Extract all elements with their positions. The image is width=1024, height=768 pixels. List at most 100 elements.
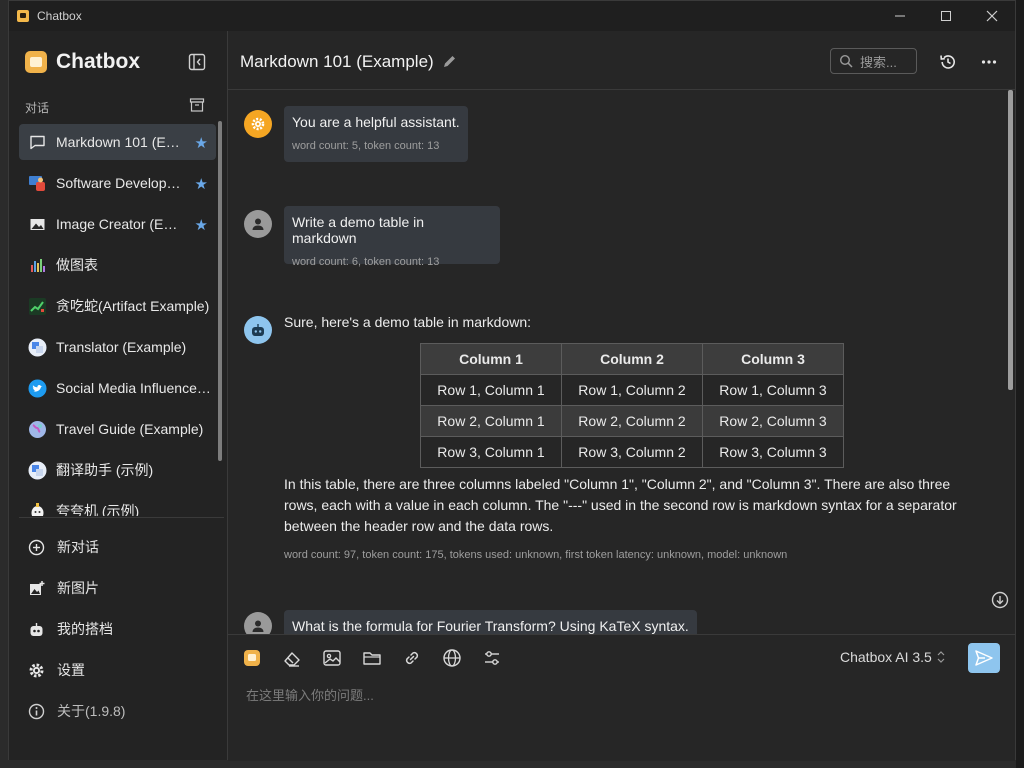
message-meta: word count: 6, token count: 13 xyxy=(292,256,440,268)
messages-scrollbar[interactable] xyxy=(1008,90,1013,390)
table-cell: Row 2, Column 3 xyxy=(702,405,844,437)
message-meta: word count: 5, token count: 13 xyxy=(292,140,440,152)
person-icon xyxy=(252,620,264,632)
folder-icon xyxy=(363,652,381,665)
chatbox-logo-icon xyxy=(25,51,47,73)
close-button[interactable] xyxy=(969,1,1015,31)
search-icon xyxy=(839,54,853,68)
app-logo-icon xyxy=(17,10,29,22)
conversation-label: Social Media Influencer (Example) xyxy=(56,380,211,396)
message-text: Write a demo table in markdown xyxy=(292,214,425,246)
composer: Chatbox AI 3.5 xyxy=(228,634,1015,761)
settings-button[interactable]: 设置 xyxy=(27,660,85,680)
table-cell: Row 3, Column 2 xyxy=(561,436,703,468)
conversation-item-image-creator[interactable]: Image Creator (Example) ★ xyxy=(19,206,216,242)
translate-icon xyxy=(28,338,47,357)
conversation-list: Markdown 101 (Example) ★ Software Develo… xyxy=(19,124,216,516)
add-image-icon xyxy=(27,579,45,597)
conversation-item-travel-guide[interactable]: Travel Guide (Example) xyxy=(19,411,216,447)
message-text: What is the formula for Fourier Transfor… xyxy=(292,618,689,634)
system-avatar xyxy=(244,110,272,138)
conversation-label: Image Creator (Example) xyxy=(56,216,182,232)
minimize-button[interactable] xyxy=(877,1,923,31)
collapse-sidebar-icon[interactable] xyxy=(188,53,206,71)
desktop-background xyxy=(1016,0,1024,768)
conversation-label: Markdown 101 (Example) xyxy=(56,134,182,150)
sidebar: Chatbox 对话 Markdown 101 (Example) ★ xyxy=(9,31,228,760)
table-header-cell: Column 2 xyxy=(561,343,703,375)
assistant-avatar xyxy=(244,316,272,344)
maximize-icon xyxy=(941,11,951,21)
search-placeholder: 搜索... xyxy=(860,54,897,70)
star-icon[interactable]: ★ xyxy=(195,134,208,152)
chatbox-logo-button[interactable] xyxy=(241,647,263,669)
archive-icon[interactable] xyxy=(189,97,205,113)
message-input[interactable] xyxy=(244,682,948,708)
model-selector[interactable]: Chatbox AI 3.5 xyxy=(840,649,946,665)
web-browsing-button[interactable] xyxy=(441,647,463,669)
plus-circle-icon xyxy=(27,538,45,556)
minimize-icon xyxy=(895,15,905,17)
table-cell: Row 3, Column 3 xyxy=(702,436,844,468)
user-message: Write a demo table in markdown word coun… xyxy=(284,206,500,268)
new-image-label: 新图片 xyxy=(57,580,99,596)
star-icon[interactable]: ★ xyxy=(195,216,208,234)
table-row: Row 1, Column 1 Row 1, Column 2 Row 1, C… xyxy=(420,374,844,406)
star-icon[interactable]: ★ xyxy=(195,175,208,193)
maximize-button[interactable] xyxy=(923,1,969,31)
settings-gear-icon xyxy=(251,117,265,131)
settings-label: 设置 xyxy=(57,662,85,678)
attach-file-button[interactable] xyxy=(361,647,383,669)
chat-bubble-icon xyxy=(28,133,47,152)
developer-icon xyxy=(28,174,47,193)
conversation-item-snake[interactable]: 贪吃蛇(Artifact Example) xyxy=(19,288,216,324)
pencil-icon[interactable] xyxy=(442,54,457,69)
my-partners-button[interactable]: 我的搭档 xyxy=(27,619,113,639)
conversation-item-social-media[interactable]: Social Media Influencer (Example) xyxy=(19,370,216,406)
conversation-label: 翻译助手 (示例) xyxy=(56,462,154,478)
conversation-item-translate-assistant[interactable]: 翻译助手 (示例) xyxy=(19,452,216,488)
message-text: You are a helpful assistant. xyxy=(292,114,460,130)
history-icon[interactable] xyxy=(939,53,957,71)
table-header-row: Column 1 Column 2 Column 3 xyxy=(420,343,844,375)
send-icon xyxy=(975,650,993,666)
clear-context-button[interactable] xyxy=(281,647,303,669)
attach-link-button[interactable] xyxy=(401,647,423,669)
conversation-item-markdown-101[interactable]: Markdown 101 (Example) ★ xyxy=(19,124,216,160)
person-icon xyxy=(252,218,264,230)
conversation-item-translator[interactable]: Translator (Example) xyxy=(19,329,216,365)
conversation-label: 贪吃蛇(Artifact Example) xyxy=(56,298,210,314)
globe-icon xyxy=(28,420,47,439)
image-icon xyxy=(28,215,47,234)
about-label: 关于(1.9.8) xyxy=(57,703,126,719)
table-cell: Row 2, Column 2 xyxy=(561,405,703,437)
conversation-item-praise-bot[interactable]: 夸夸机 (示例) xyxy=(19,493,216,516)
link-icon xyxy=(405,651,419,665)
table-header-cell: Column 1 xyxy=(420,343,562,375)
conversations-section-label: 对话 xyxy=(25,101,50,115)
conversation-item-chart[interactable]: 做图表 xyxy=(19,247,216,283)
table-row: Row 2, Column 1 Row 2, Column 2 Row 2, C… xyxy=(420,405,844,437)
attach-image-button[interactable] xyxy=(321,647,343,669)
message-list: You are a helpful assistant. word count:… xyxy=(228,90,1015,634)
send-button[interactable] xyxy=(968,643,1000,673)
user-message: What is the formula for Fourier Transfor… xyxy=(284,610,697,634)
chat-settings-button[interactable] xyxy=(481,647,503,669)
more-options-icon[interactable] xyxy=(980,53,998,71)
gear-icon xyxy=(27,661,45,679)
bot-icon xyxy=(28,502,47,516)
conversation-item-software-developer[interactable]: Software Developer (Example) ★ xyxy=(19,165,216,201)
about-button[interactable]: 关于(1.9.8) xyxy=(27,701,125,721)
conversation-label: Translator (Example) xyxy=(56,339,187,355)
robot-icon xyxy=(27,620,45,638)
chat-title[interactable]: Markdown 101 (Example) xyxy=(240,52,434,72)
robot-icon xyxy=(252,324,264,336)
image-icon xyxy=(323,650,341,666)
eraser-icon xyxy=(284,652,300,667)
new-chat-button[interactable]: 新对话 xyxy=(27,537,99,557)
sidebar-divider xyxy=(19,517,224,518)
search-button[interactable]: 搜索... xyxy=(830,48,917,74)
sidebar-scrollbar[interactable] xyxy=(218,121,222,461)
scroll-to-bottom-icon[interactable] xyxy=(991,591,1009,609)
new-image-button[interactable]: 新图片 xyxy=(27,578,99,598)
